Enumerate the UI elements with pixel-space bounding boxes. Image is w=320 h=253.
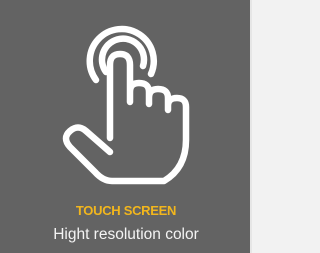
feature-title: TOUCH SCREEN: [75, 203, 177, 218]
touch-hand-icon: [62, 25, 190, 185]
feature-subtitle: Hight resolution color: [53, 226, 199, 243]
feature-tile: TOUCH SCREEN Hight resolution color: [0, 0, 252, 253]
